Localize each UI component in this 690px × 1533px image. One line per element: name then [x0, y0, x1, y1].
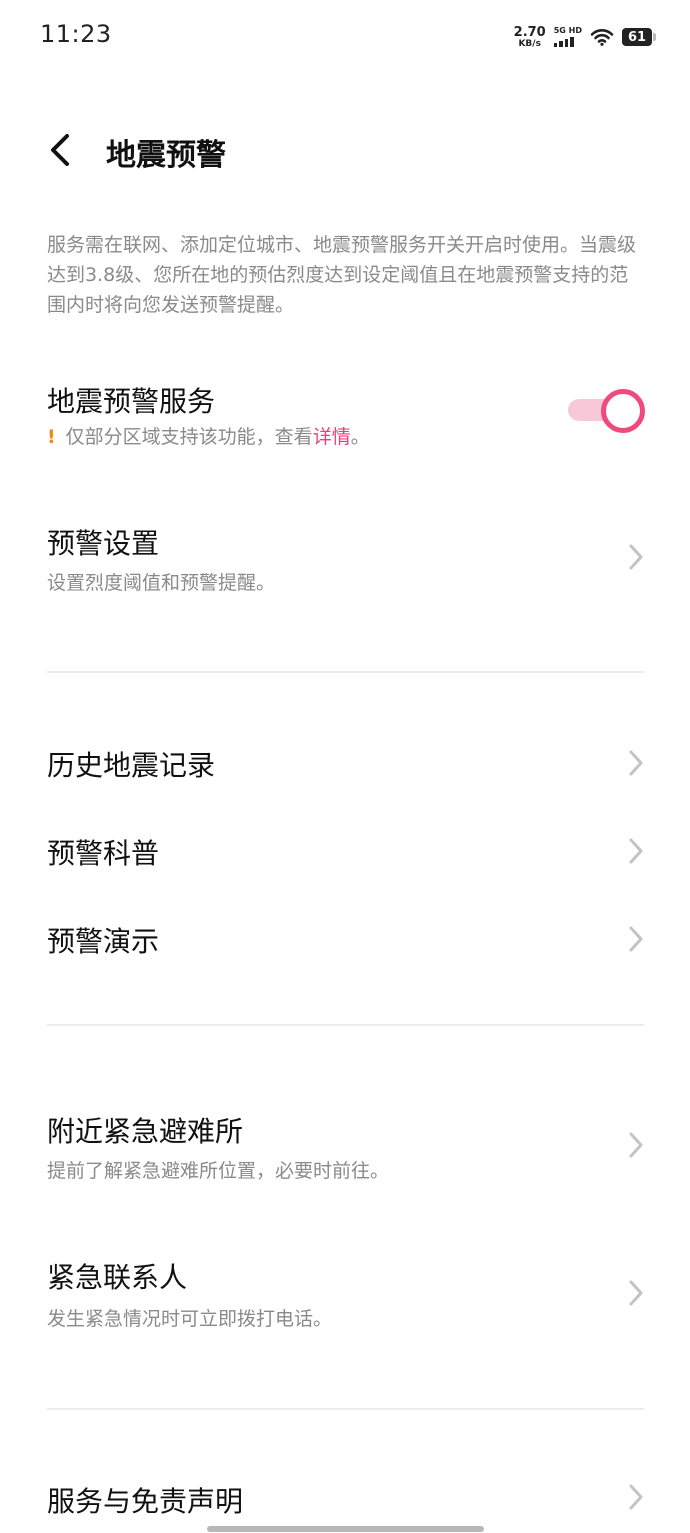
- history-records-title: 历史地震记录: [47, 749, 216, 782]
- disclaimer-title: 服务与免责声明: [47, 1485, 244, 1518]
- service-note-suffix: 。: [350, 426, 370, 448]
- service-note: ! 仅部分区域支持该功能，查看详情。: [47, 422, 370, 449]
- status-icons: 2.70 KB/s 5G HD 61: [514, 24, 656, 50]
- alert-settings-subtitle: 设置烈度阈值和预警提醒。: [47, 572, 276, 594]
- chevron-right-icon: [629, 1132, 643, 1158]
- cellular-signal: 5G HD: [553, 26, 582, 47]
- status-time: 11:23: [40, 20, 112, 48]
- warning-demo-row[interactable]: 预警演示: [0, 906, 690, 972]
- emergency-contacts-row[interactable]: 紧急联系人 发生紧急情况时可立即拨打电话。: [0, 1248, 690, 1348]
- network-type-label: 5G HD: [553, 26, 582, 35]
- service-note-text: 仅部分区域支持该功能，查看: [65, 426, 313, 448]
- battery-level: 61: [627, 29, 647, 45]
- chevron-right-icon: [629, 838, 643, 864]
- service-toggle-switch[interactable]: [566, 387, 645, 433]
- signal-bars-icon: [553, 37, 574, 47]
- warning-science-title: 预警科普: [47, 837, 160, 870]
- nearby-shelter-title: 附近紧急避难所: [47, 1115, 244, 1148]
- network-speed: 2.70 KB/s: [514, 26, 546, 49]
- network-speed-value: 2.70: [513, 24, 546, 40]
- history-records-row[interactable]: 历史地震记录: [0, 730, 690, 796]
- emergency-contacts-subtitle: 发生紧急情况时可立即拨打电话。: [47, 1308, 333, 1330]
- chevron-right-icon: [629, 544, 643, 570]
- home-indicator[interactable]: [207, 1526, 484, 1532]
- emergency-contacts-title: 紧急联系人: [47, 1261, 188, 1294]
- disclaimer-row[interactable]: 服务与免责声明: [0, 1466, 690, 1528]
- details-link[interactable]: 详情: [313, 426, 351, 448]
- back-button[interactable]: [38, 128, 82, 172]
- warning-demo-title: 预警演示: [47, 925, 160, 958]
- alert-settings-title: 预警设置: [47, 527, 160, 560]
- service-title: 地震预警服务: [47, 385, 216, 418]
- network-speed-unit: KB/s: [518, 38, 541, 49]
- battery-icon: 61: [622, 28, 656, 46]
- chevron-right-icon: [629, 1280, 643, 1306]
- page-title: 地震预警: [106, 138, 226, 173]
- toggle-knob: [601, 389, 645, 433]
- chevron-right-icon: [629, 926, 643, 952]
- wifi-icon: [590, 29, 614, 46]
- section-divider: [47, 1024, 644, 1026]
- section-divider: [47, 671, 644, 673]
- back-arrow-icon: [51, 134, 69, 166]
- nearby-shelter-subtitle: 提前了解紧急避难所位置，必要时前往。: [47, 1160, 390, 1182]
- nearby-shelter-row[interactable]: 附近紧急避难所 提前了解紧急避难所位置，必要时前往。: [0, 1100, 690, 1200]
- alert-settings-row[interactable]: 预警设置 设置烈度阈值和预警提醒。: [0, 510, 690, 610]
- chevron-right-icon: [629, 750, 643, 776]
- warning-icon: !: [47, 426, 56, 448]
- warning-science-row[interactable]: 预警科普: [0, 818, 690, 884]
- service-description: 服务需在联网、添加定位城市、地震预警服务开关开启时使用。当震级达到3.8级、您所…: [47, 234, 637, 316]
- chevron-right-icon: [629, 1484, 643, 1510]
- status-bar: 11:23 2.70 KB/s 5G HD 61: [0, 0, 690, 72]
- section-divider: [47, 1408, 644, 1410]
